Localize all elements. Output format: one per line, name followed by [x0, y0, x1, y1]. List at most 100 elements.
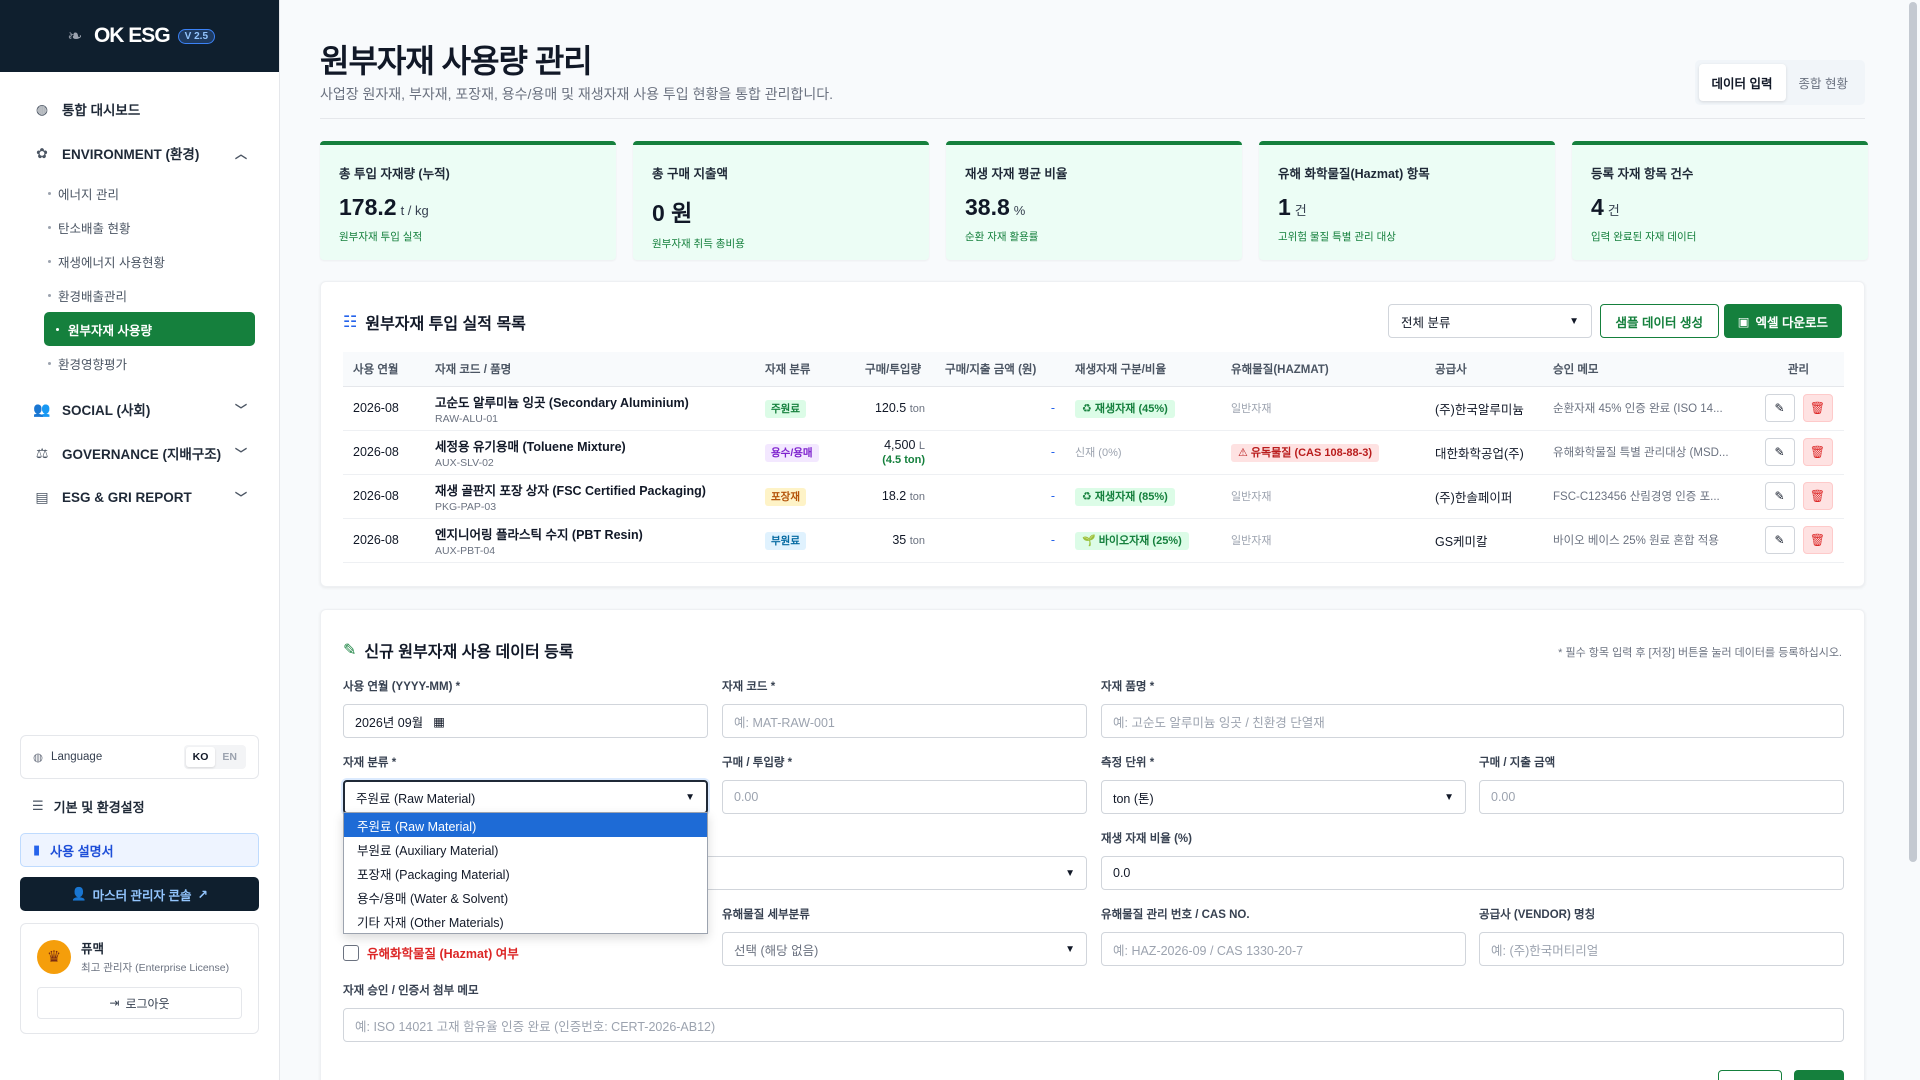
- nav-environment[interactable]: ✿ ENVIRONMENT (환경) ︿: [20, 136, 259, 170]
- edit-pencil-icon[interactable]: ✎: [1764, 438, 1795, 466]
- sliders-icon: ☰: [32, 798, 44, 813]
- sidebar: ❧ OK ESG V 2.5 ◍ 통합 대시보드 ✿ ENVIRONMENT (…: [0, 0, 280, 1080]
- delete-trash-icon[interactable]: 🗑: [1802, 394, 1833, 422]
- nav-item-materials[interactable]: 원부자재 사용량: [44, 312, 255, 346]
- material-name-input[interactable]: 예: 고순도 알루미늄 잉곳 / 친환경 단열재: [1101, 704, 1844, 738]
- option-other-materials[interactable]: 기타 자재 (Other Materials): [344, 909, 707, 933]
- nav-item-emission[interactable]: 환경배출관리: [20, 278, 259, 312]
- nav-item-carbon[interactable]: 탄소배출 현황: [20, 210, 259, 244]
- col-header: 승인 메모: [1543, 352, 1753, 387]
- vendor-input[interactable]: 예: (주)한국머티리얼: [1479, 932, 1844, 966]
- qty-unit: ton: [909, 535, 925, 547]
- qty-unit: L: [918, 440, 925, 452]
- hazsub-value: 선택 (해당 없음): [734, 943, 819, 958]
- delete-trash-icon[interactable]: 🗑: [1802, 482, 1833, 510]
- nav-item-impact[interactable]: 환경영향평가: [20, 346, 259, 380]
- settings-link[interactable]: ☰ 기본 및 환경설정: [20, 789, 259, 823]
- category-badge: 주원료: [765, 399, 806, 418]
- cell-vendor: (주)한솔페이퍼: [1425, 474, 1543, 519]
- cell-material: 고순도 알루미늄 잉곳 (Secondary Aluminium) RAW-ALU…: [425, 386, 755, 431]
- month-input[interactable]: 2026년 09월 ▦: [343, 704, 708, 738]
- col-header: 공급사: [1425, 352, 1543, 387]
- nav-governance-label: GOVERNANCE (지배구조): [62, 447, 222, 462]
- lang-ko-button[interactable]: KO: [185, 747, 216, 767]
- nav-report[interactable]: ▤ ESG & GRI REPORT ﹀: [20, 480, 259, 514]
- divider: [320, 118, 1865, 119]
- category-label: 자재 분류 *: [343, 757, 397, 769]
- new-entry-form-panel: ✎ 신규 원부자재 사용 데이터 등록 * 필수 항목 입력 후 [저장] 버튼…: [320, 609, 1865, 1080]
- nav-dashboard[interactable]: ◍ 통합 대시보드: [20, 92, 259, 126]
- qty-input[interactable]: 0.00: [722, 780, 1087, 814]
- col-header: 재생자재 구분/비율: [1065, 352, 1221, 387]
- edit-pencil-icon[interactable]: ✎: [1764, 526, 1795, 554]
- memo-input[interactable]: 예: ISO 14021 고재 함유율 인증 완료 (인증번호: CERT-20…: [343, 1008, 1844, 1042]
- option-auxiliary-material[interactable]: 부원료 (Auxiliary Material): [344, 837, 707, 861]
- cell-actions: ✎ 🗑: [1753, 430, 1844, 475]
- delete-trash-icon[interactable]: 🗑: [1802, 526, 1833, 554]
- month-value: 2026년 09월: [355, 715, 424, 730]
- excel-download-button[interactable]: ▣ 엑셀 다운로드: [1723, 304, 1842, 338]
- unit-select[interactable]: ton (톤) ▼: [1101, 780, 1466, 814]
- cell-qty: 4,500 L (4.5 ton): [855, 430, 935, 475]
- page-scrollbar[interactable]: [1906, 0, 1920, 1080]
- month-field: 사용 연월 (YYYY-MM) * 2026년 09월 ▦: [343, 678, 708, 738]
- material-name: 고순도 알루미늄 잉곳 (Secondary Aluminium): [435, 395, 689, 410]
- edit-pencil-icon[interactable]: ✎: [1764, 394, 1795, 422]
- amount-input[interactable]: 0.00: [1479, 780, 1844, 814]
- lang-en-button[interactable]: EN: [215, 747, 244, 767]
- reset-button[interactable]: [1718, 1070, 1782, 1080]
- cell-category: 부원료: [755, 518, 855, 563]
- cell-category: 용수/용매: [755, 430, 855, 475]
- hazmat-status: 일반자재: [1231, 491, 1272, 503]
- logout-icon: ⇥: [109, 996, 120, 1010]
- recycle-badge: ♻ 재생자재 (85%): [1075, 488, 1175, 506]
- col-header: 구매/투입량: [855, 352, 935, 387]
- vendor-field: 공급사 (VENDOR) 명칭 예: (주)한국머티리얼: [1479, 906, 1844, 966]
- save-button[interactable]: [1794, 1070, 1844, 1080]
- hazmat-checkbox[interactable]: [343, 944, 359, 961]
- logo[interactable]: ❧ OK ESG V 2.5: [0, 0, 279, 72]
- scrollbar-thumb[interactable]: [1909, 2, 1917, 862]
- option-packaging-material[interactable]: 포장재 (Packaging Material): [344, 861, 707, 885]
- ratio-input[interactable]: 0.0: [1101, 856, 1844, 890]
- cell-hazmat: 일반자재: [1221, 386, 1425, 431]
- cell-actions: ✎ 🗑: [1753, 386, 1844, 431]
- edit-pencil-icon[interactable]: ✎: [1764, 482, 1795, 510]
- kpi-card: 재생 자재 평균 비율 38.8% 순환 자재 활용률: [946, 141, 1242, 260]
- nav-item-energy[interactable]: 에너지 관리: [20, 176, 259, 210]
- calendar-icon[interactable]: ▦: [433, 714, 445, 729]
- cell-amount: -: [935, 474, 1065, 519]
- cell-hazmat: 일반자재: [1221, 474, 1425, 519]
- kpi-desc: 원부자재 투입 실적: [339, 231, 423, 243]
- manual-link[interactable]: ▮ 사용 설명서: [20, 833, 259, 867]
- code-input[interactable]: 예: MAT-RAW-001: [722, 704, 1087, 738]
- category-filter-select[interactable]: 전체 분류 ▼: [1388, 304, 1592, 338]
- kpi-label: 유해 화학물질(Hazmat) 항목: [1278, 167, 1430, 181]
- master-console-button[interactable]: 👤 마스터 관리자 콘솔 ↗: [20, 877, 259, 911]
- chevron-down-icon: ▼: [1444, 791, 1454, 803]
- cas-input[interactable]: 예: HAZ-2026-09 / CAS 1330-20-7: [1101, 932, 1466, 966]
- logout-button[interactable]: ⇥ 로그아웃: [37, 987, 242, 1019]
- material-code: PKG-PAP-03: [435, 500, 497, 513]
- nav-governance[interactable]: ⚖ GOVERNANCE (지배구조) ﹀: [20, 436, 259, 470]
- option-water-solvent[interactable]: 용수/용매 (Water & Solvent): [344, 885, 707, 909]
- kpi-card: 등록 자재 항목 건수 4건 입력 완료된 자재 데이터: [1572, 141, 1868, 260]
- nav-social[interactable]: 👥 SOCIAL (사회) ﹀: [20, 392, 259, 426]
- cas-field: 유해물질 관리 번호 / CAS NO. 예: HAZ-2026-09 / CA…: [1101, 906, 1466, 966]
- delete-trash-icon[interactable]: 🗑: [1802, 438, 1833, 466]
- tab-summary[interactable]: 종합 현황: [1786, 64, 1861, 101]
- nav-item-renewable[interactable]: 재생에너지 사용현황: [20, 244, 259, 278]
- category-dropdown-list: 주원료 (Raw Material) 부원료 (Auxiliary Materi…: [343, 812, 708, 934]
- category-select[interactable]: 주원료 (Raw Material) ▼: [343, 780, 708, 814]
- option-raw-material[interactable]: 주원료 (Raw Material): [344, 813, 707, 837]
- tab-data-input[interactable]: 데이터 입력: [1698, 64, 1786, 101]
- sidebar-bottom: ◍ Language KO EN ☰ 기본 및 환경설정 ▮ 사용 설명서 👤 …: [20, 735, 259, 1034]
- list-title-text: 원부자재 투입 실적 목록: [365, 316, 526, 333]
- hazsub-select[interactable]: 선택 (해당 없음) ▼: [722, 932, 1087, 966]
- kpi-desc: 고위험 물질 특별 관리 대상: [1278, 231, 1396, 243]
- hazmat-checkbox-row[interactable]: 유해화학물질 (Hazmat) 여부: [343, 943, 519, 962]
- sample-data-button[interactable]: 샘플 데이터 생성: [1599, 304, 1719, 338]
- kpi-value: 0 원: [652, 200, 693, 226]
- version-badge: V 2.5: [177, 28, 216, 44]
- table-row: 2026-08 고순도 알루미늄 잉곳 (Secondary Aluminium…: [343, 386, 1844, 431]
